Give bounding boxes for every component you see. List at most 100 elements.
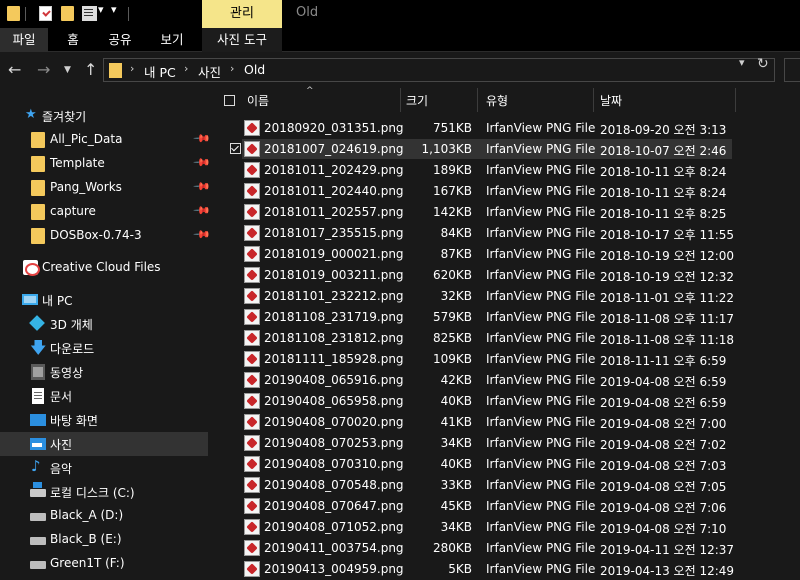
table-row[interactable]: 20181101_232212.png 32KB IrfanView PNG Fil… [242,286,734,306]
column-header-date[interactable]: 날짜 [600,92,622,109]
sidebar-item-creative-cloud[interactable]: Creative Cloud Files [0,256,208,280]
manage-context-tab[interactable]: 관리 [202,0,282,28]
file-list-pane: 이름 크기 유형 날짜 20180920_031351.png 751KB Irfa… [210,88,800,580]
table-row[interactable]: 20190408_065958.png 40KB IrfanView PNG Fil… [242,391,732,411]
table-row[interactable]: 20190411_003754.png 280KB IrfanView PNG Fi… [242,538,734,558]
search-input[interactable] [784,58,800,82]
up-arrow-icon[interactable]: ↑ [84,60,97,79]
sidebar-item-downloads[interactable]: 🡇 다운로드 [0,336,208,360]
tab-picture-tools[interactable]: 사진 도구 [202,28,282,52]
file-size: 32KB [440,289,472,303]
sidebar-item-green1t-f[interactable]: Green1T (F:) [0,552,208,576]
pin-icon[interactable]: 📌 [192,201,211,220]
tab-home[interactable]: 홈 [50,28,96,52]
table-row[interactable]: 20181111_185928.png 109KB IrfanView PNG Fi… [242,349,732,369]
column-header-size[interactable]: 크기 [406,92,428,109]
sidebar-item-documents[interactable]: 문서 [0,384,208,408]
sidebar-item-music[interactable]: ♪ 음악 [0,456,208,480]
irfanview-file-icon [244,435,260,451]
column-header-name[interactable]: 이름 [247,92,269,109]
properties-icon[interactable] [82,6,97,21]
tab-file[interactable]: 파일 [0,28,48,52]
sidebar-item-desktop[interactable]: 바탕 화면 [0,408,208,432]
table-row[interactable]: 20190408_065916.png 42KB IrfanView PNG Fil… [242,370,732,390]
column-divider[interactable] [593,88,594,112]
file-size: 40KB [440,394,472,408]
table-row[interactable]: 20190408_070548.png 33KB IrfanView PNG Fil… [242,475,732,495]
file-type: IrfanView PNG File [486,247,596,261]
sidebar-item-videos[interactable]: 동영상 [0,360,208,384]
new-folder-icon[interactable] [61,6,74,21]
video-icon [31,364,45,380]
file-type: IrfanView PNG File [486,289,596,303]
column-divider[interactable] [477,88,478,112]
tab-share[interactable]: 공유 [96,28,144,52]
back-arrow-icon[interactable]: ← [8,60,21,79]
row-checkbox[interactable] [230,143,241,154]
sidebar-item-pang-works[interactable]: Pang_Works 📌 [0,176,211,200]
sidebar-item-3d-objects[interactable]: 3D 개체 [0,312,208,336]
quick-access[interactable]: ★ 즐겨찾기 [0,104,208,128]
breadcrumb-pictures[interactable]: 사진 [198,62,221,81]
table-row[interactable]: 20181108_231719.png 579KB IrfanView PNG Fi… [242,307,734,327]
tab-view[interactable]: 보기 [148,28,196,52]
table-row[interactable]: 20190408_070647.png 45KB IrfanView PNG Fil… [242,496,732,516]
chevron-right-icon[interactable]: › [230,62,234,75]
file-date: 2018-11-11 오후 6:59 [600,354,727,368]
sidebar-item-dosbox[interactable]: DOSBox-0.74-3 📌 [0,224,211,248]
file-type: IrfanView PNG File [486,268,596,282]
refresh-icon[interactable]: ↻ [757,56,769,72]
recent-locations-chevron-icon[interactable]: ▼ [64,65,71,75]
column-divider[interactable] [735,88,736,112]
table-row[interactable]: 20190408_070020.png 41KB IrfanView PNG Fil… [242,412,732,432]
forward-arrow-icon[interactable]: → [37,60,50,79]
table-row[interactable]: 20181019_003211.png 620KB IrfanView PNG Fi… [242,265,734,285]
breadcrumb-old[interactable]: Old [244,62,265,77]
folder-icon [31,204,45,220]
table-row[interactable]: 20180920_031351.png 751KB IrfanView PNG Fi… [242,118,732,138]
pin-icon[interactable]: 📌 [192,225,211,244]
file-name: 20181101_232212.png [264,289,404,303]
table-row[interactable]: 20190408_071052.png 34KB IrfanView PNG Fil… [242,517,732,537]
table-row[interactable]: 20181011_202557.png 142KB IrfanView PNG Fi… [242,202,732,222]
file-type: IrfanView PNG File [486,457,596,471]
table-row[interactable]: 20181019_000021.png 87KB IrfanView PNG Fil… [242,244,734,264]
file-name: 20181019_000021.png [264,247,404,261]
sidebar-item-template[interactable]: Template 📌 [0,152,211,176]
pin-icon[interactable]: 📌 [192,177,211,196]
sidebar-item-black-a-d[interactable]: Black_A (D:) [0,504,208,528]
address-bar[interactable]: › 내 PC › 사진 › Old [103,58,775,82]
sidebar-item-this-pc[interactable]: 내 PC [0,288,208,312]
properties-check-icon[interactable] [39,6,52,21]
irfanview-file-icon [244,393,260,409]
table-row[interactable]: 20181108_231812.png 825KB IrfanView PNG Fi… [242,328,734,348]
pin-icon[interactable]: 📌 [192,153,211,172]
navigation-pane: ★ 즐겨찾기 All_Pic_Data 📌 Template 📌 Pang_Wo… [0,88,211,580]
sidebar-item-pictures[interactable]: 사진 [0,432,208,456]
file-size: 751KB [432,121,472,135]
table-row[interactable]: 20190413_004959.png 5KB IrfanView PNG File… [242,559,734,579]
irfanview-file-icon [244,141,260,157]
file-size: 825KB [432,331,472,345]
address-history-chevron-icon[interactable]: ▾ [739,56,745,69]
table-row[interactable]: 20181017_235515.png 84KB IrfanView PNG Fil… [242,223,734,243]
chevron-right-icon[interactable]: › [130,62,134,75]
chevron-right-icon[interactable]: › [184,62,188,75]
sidebar-item-all-pic-data[interactable]: All_Pic_Data 📌 [0,128,211,152]
column-divider[interactable] [400,88,401,112]
table-row[interactable]: 20181011_202440.png 167KB IrfanView PNG Fi… [242,181,732,201]
column-header-type[interactable]: 유형 [486,92,508,109]
table-row[interactable]: 20181011_202429.png 189KB IrfanView PNG Fi… [242,160,732,180]
table-row[interactable]: 20181007_024619.png 1,103KB IrfanView PNG … [230,139,732,159]
sidebar-item-local-disk-c[interactable]: 로컬 디스크 (C:) [0,480,208,504]
chevron-down-icon[interactable]: ▾ [98,3,104,16]
sidebar-item-label: Template [50,156,105,170]
table-row[interactable]: 20190408_070310.png 40KB IrfanView PNG Fil… [242,454,732,474]
sidebar-item-capture[interactable]: capture 📌 [0,200,211,224]
customize-toolbar-icon[interactable]: ▾ [111,3,117,16]
pin-icon[interactable]: 📌 [192,129,211,148]
select-all-checkbox[interactable] [224,95,235,106]
breadcrumb-this-pc[interactable]: 내 PC [144,62,176,81]
sidebar-item-black-b-e[interactable]: Black_B (E:) [0,528,208,552]
table-row[interactable]: 20190408_070253.png 34KB IrfanView PNG Fil… [242,433,732,453]
